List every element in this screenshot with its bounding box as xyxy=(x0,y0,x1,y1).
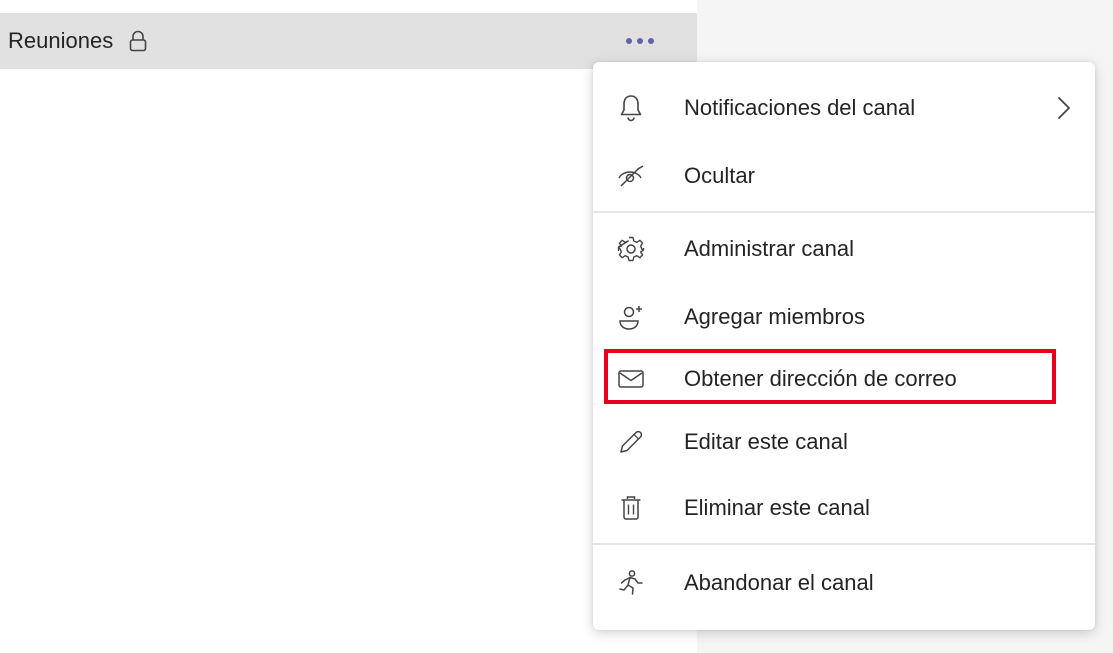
menu-item-edit-channel[interactable]: Editar este canal xyxy=(593,409,1095,475)
channel-name: Reuniones xyxy=(8,28,114,53)
menu-item-label: Obtener dirección de correo xyxy=(684,366,957,391)
menu-item-label: Administrar canal xyxy=(684,236,854,261)
menu-item-notifications[interactable]: Notificaciones del canal xyxy=(593,75,1095,141)
bell-icon xyxy=(617,94,645,122)
mail-icon xyxy=(617,365,645,393)
gear-icon xyxy=(617,235,645,263)
more-options-icon xyxy=(625,37,655,45)
more-options-button[interactable] xyxy=(612,13,668,69)
lock-icon xyxy=(129,30,147,52)
leave-icon xyxy=(617,569,645,597)
menu-item-label: Agregar miembros xyxy=(684,304,865,329)
menu-item-leave-channel[interactable]: Abandonar el canal xyxy=(593,550,1095,616)
menu-item-get-email-address[interactable]: Obtener dirección de correo xyxy=(593,346,1095,412)
menu-item-label: Editar este canal xyxy=(684,429,848,454)
menu-item-manage-channel[interactable]: Administrar canal xyxy=(593,216,1095,282)
menu-item-delete-channel[interactable]: Eliminar este canal xyxy=(593,475,1095,541)
hide-eye-icon xyxy=(617,162,645,190)
app-window: Reuniones Notificaciones del canal Ocult… xyxy=(0,0,1113,653)
channel-row-reuniones[interactable]: Reuniones xyxy=(0,13,697,69)
trash-icon xyxy=(617,494,645,522)
chevron-right-icon xyxy=(1057,96,1071,120)
menu-item-label: Notificaciones del canal xyxy=(684,95,916,120)
channel-context-menu: Notificaciones del canal Ocultar Adminis… xyxy=(593,62,1095,630)
add-person-icon xyxy=(617,303,645,331)
menu-divider xyxy=(593,543,1095,545)
menu-item-add-members[interactable]: Agregar miembros xyxy=(593,284,1095,350)
menu-item-label: Ocultar xyxy=(684,163,755,188)
menu-item-label: Eliminar este canal xyxy=(684,495,870,520)
menu-item-label: Abandonar el canal xyxy=(684,570,874,595)
menu-item-hide[interactable]: Ocultar xyxy=(593,143,1095,209)
pencil-icon xyxy=(617,428,645,456)
menu-divider xyxy=(593,211,1095,213)
